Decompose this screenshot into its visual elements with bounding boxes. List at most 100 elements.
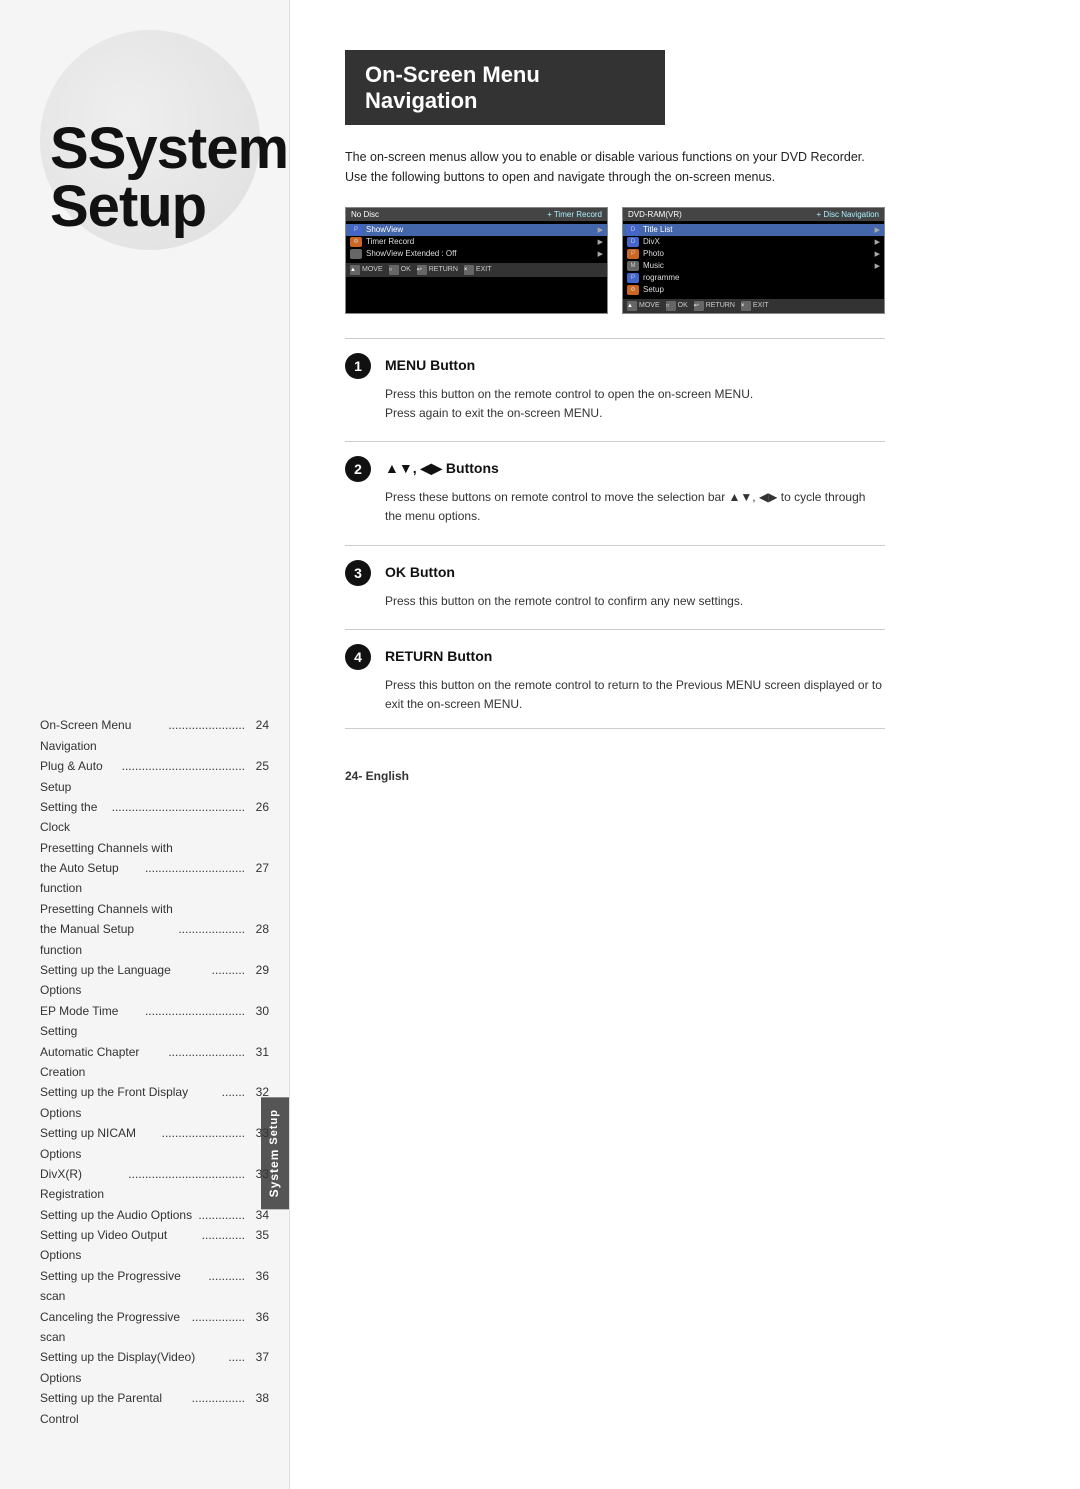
toc-label: DivX(R) Registration bbox=[40, 1164, 126, 1205]
screen-right-footer: ▲ MOVE ○ OK ↩ RETURN × EXIT bbox=[623, 299, 884, 313]
toc-label: the Manual Setup function bbox=[40, 919, 176, 960]
s-letter: S bbox=[50, 116, 88, 181]
toc-page: 38 bbox=[247, 1388, 269, 1429]
step-1: 1 MENU Button Press this button on the r… bbox=[345, 338, 885, 437]
toc-label: the Auto Setup function bbox=[40, 858, 143, 899]
toc-dots: .................... bbox=[178, 919, 245, 960]
toc-item-1: Plug & Auto Setup ......................… bbox=[40, 756, 269, 797]
step-body-1: Press this button on the remote control … bbox=[345, 385, 885, 433]
toc-page: 25 bbox=[247, 756, 269, 797]
screen-right-row-5: ⚙ Setup bbox=[623, 284, 884, 296]
toc-page: 28 bbox=[247, 919, 269, 960]
screen-right: DVD-RAM(VR) + Disc Navigation D Title Li… bbox=[622, 207, 885, 314]
sidebar-tab-bold: System bbox=[267, 1148, 281, 1197]
toc-page: 32 bbox=[247, 1082, 269, 1123]
screen-left-header: No Disc + Timer Record bbox=[346, 208, 607, 221]
screen-right-icon-3: M bbox=[627, 261, 639, 271]
screen-right-row-2: P Photo ▶ bbox=[623, 248, 884, 260]
toc-item-15: Setting up the Progressive scan ........… bbox=[40, 1266, 269, 1307]
toc-page bbox=[247, 838, 269, 858]
toc-dots: ........... bbox=[208, 1266, 245, 1307]
screen-right-title: DVD-RAM(VR) bbox=[628, 210, 682, 219]
toc-page: 30 bbox=[247, 1001, 269, 1042]
toc-item-6: the Manual Setup function ..............… bbox=[40, 919, 269, 960]
toc-label: Presetting Channels with bbox=[40, 899, 243, 919]
step-3: 3 OK Button Press this button on the rem… bbox=[345, 545, 885, 625]
toc-item-7: Setting up the Language Options ........… bbox=[40, 960, 269, 1001]
toc-dots: .......... bbox=[212, 960, 245, 1001]
toc-item-5: Presetting Channels with bbox=[40, 899, 269, 919]
step-number-2: 2 bbox=[345, 456, 371, 482]
toc-label: Presetting Channels with bbox=[40, 838, 243, 858]
toc-dots: ................ bbox=[192, 1307, 245, 1348]
screen-row-icon-empty bbox=[350, 249, 362, 259]
steps-container: 1 MENU Button Press this button on the r… bbox=[345, 338, 1025, 729]
step-number-4: 4 bbox=[345, 644, 371, 670]
toc-page: 33 bbox=[247, 1123, 269, 1164]
intro-text: The on-screen menus allow you to enable … bbox=[345, 147, 865, 187]
toc-page: 27 bbox=[247, 858, 269, 899]
screen-left-content: P ShowView ▶ ⚙ Timer Record ▶ ShowView E… bbox=[346, 221, 607, 263]
toc-label: Setting up the Language Options bbox=[40, 960, 210, 1001]
step-body-2: Press these buttons on remote control to… bbox=[345, 488, 885, 536]
toc-item-9: Automatic Chapter Creation .............… bbox=[40, 1042, 269, 1083]
toc-item-12: DivX(R) Registration ...................… bbox=[40, 1164, 269, 1205]
toc-dots: ....................... bbox=[168, 1042, 245, 1083]
toc-item-0: On-Screen Menu Navigation ..............… bbox=[40, 715, 269, 756]
toc-page: 37 bbox=[247, 1347, 269, 1388]
toc-page: 24 bbox=[247, 715, 269, 756]
toc-label: Plug & Auto Setup bbox=[40, 756, 120, 797]
toc-label: On-Screen Menu Navigation bbox=[40, 715, 166, 756]
toc-item-2: Setting the Clock ......................… bbox=[40, 797, 269, 838]
toc-item-3: Presetting Channels with bbox=[40, 838, 269, 858]
toc-dots: ......................... bbox=[162, 1123, 245, 1164]
step-header-4: 4 RETURN Button bbox=[345, 646, 885, 670]
toc-label: Setting up Video Output Options bbox=[40, 1225, 200, 1266]
sidebar-tab-normal: Setup bbox=[268, 1109, 280, 1145]
screen-row-icon-prog: P bbox=[350, 225, 362, 235]
screen-right-icon-0: D bbox=[627, 225, 639, 235]
step-title-1: MENU Button bbox=[385, 357, 475, 373]
step-header-1: 1 MENU Button bbox=[345, 355, 885, 379]
toc-dots: .............................. bbox=[145, 1001, 245, 1042]
toc-label: Automatic Chapter Creation bbox=[40, 1042, 166, 1083]
toc-dots: ..................................... bbox=[122, 756, 245, 797]
toc-dots: .............................. bbox=[145, 858, 245, 899]
toc-label: Setting up NICAM Options bbox=[40, 1123, 160, 1164]
toc-dots: ................ bbox=[192, 1388, 245, 1429]
toc-page: 33 bbox=[247, 1164, 269, 1205]
toc-dots: ....................... bbox=[168, 715, 245, 756]
screen-right-icon-1: D bbox=[627, 237, 639, 247]
screen-right-icon-4: P bbox=[627, 273, 639, 283]
toc-item-14: Setting up Video Output Options ........… bbox=[40, 1225, 269, 1266]
toc-item-18: Setting up the Parental Control ........… bbox=[40, 1388, 269, 1429]
toc-page: 29 bbox=[247, 960, 269, 1001]
right-panel: On-Screen Menu Navigation The on-screen … bbox=[290, 0, 1080, 1489]
toc-label: Setting up the Audio Options bbox=[40, 1205, 196, 1225]
screen-left-timer: + Timer Record bbox=[547, 210, 602, 219]
section-title: On-Screen Menu Navigation bbox=[365, 62, 645, 115]
toc-label: Setting up the Progressive scan bbox=[40, 1266, 206, 1307]
toc-dots: ............. bbox=[202, 1225, 245, 1266]
toc-page: 35 bbox=[247, 1225, 269, 1266]
toc-page: 34 bbox=[247, 1205, 269, 1225]
screen-right-icon-5: ⚙ bbox=[627, 285, 639, 295]
screen-right-content: D Title List ▶ D DivX ▶ P Photo ▶ M Musi… bbox=[623, 221, 884, 299]
screen-left-title: No Disc bbox=[351, 210, 379, 219]
toc-item-4: the Auto Setup function ................… bbox=[40, 858, 269, 899]
toc-area: On-Screen Menu Navigation ..............… bbox=[40, 715, 269, 1429]
step-header-2: 2 ▲▼, ◀▶ Buttons bbox=[345, 458, 885, 482]
toc-item-10: Setting up the Front Display Options ...… bbox=[40, 1082, 269, 1123]
toc-page: 36 bbox=[247, 1266, 269, 1307]
step-number-3: 3 bbox=[345, 560, 371, 586]
step-body-3: Press this button on the remote control … bbox=[345, 592, 885, 621]
screen-left-row-1: ⚙ Timer Record ▶ bbox=[346, 236, 607, 248]
toc-label: EP Mode Time Setting bbox=[40, 1001, 143, 1042]
screen-right-row-1: D DivX ▶ bbox=[623, 236, 884, 248]
screen-left: No Disc + Timer Record P ShowView ▶ ⚙ Ti… bbox=[345, 207, 608, 314]
step-title-2: ▲▼, ◀▶ Buttons bbox=[385, 460, 499, 477]
toc-page: 36 bbox=[247, 1307, 269, 1348]
screen-right-disc-nav: + Disc Navigation bbox=[817, 210, 879, 219]
screens-container: No Disc + Timer Record P ShowView ▶ ⚙ Ti… bbox=[345, 207, 885, 314]
screen-left-footer: ▲ MOVE ○ OK ↩ RETURN × EXIT bbox=[346, 263, 607, 277]
